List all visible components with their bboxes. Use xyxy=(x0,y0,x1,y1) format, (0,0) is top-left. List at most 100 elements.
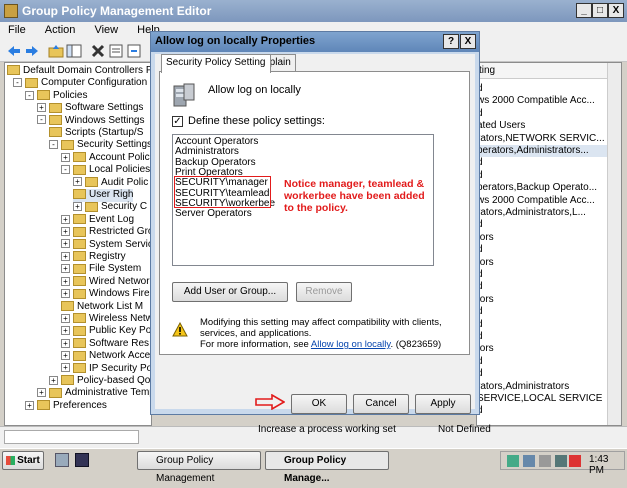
expand-icon[interactable]: + xyxy=(61,313,70,323)
expand-icon[interactable]: + xyxy=(25,400,34,410)
tab-security-policy-setting[interactable]: Security Policy Setting xyxy=(161,54,271,73)
tree-item[interactable]: + Wired Networ xyxy=(61,276,150,289)
policy-settings-pane[interactable]: ting dws 2000 Compatible Acc...dated Use… xyxy=(476,62,622,426)
expand-icon[interactable]: + xyxy=(73,202,82,212)
expand-icon[interactable]: + xyxy=(61,251,70,261)
policy-row-value[interactable]: d xyxy=(477,83,609,95)
define-policy-checkbox[interactable]: ✓ xyxy=(172,116,183,127)
minimize-button[interactable]: _ xyxy=(576,3,592,18)
policy-row-value[interactable]: d xyxy=(477,405,609,417)
menu-action[interactable]: Action xyxy=(37,22,84,36)
policy-row-value[interactable]: d xyxy=(477,244,609,256)
tree-item[interactable]: + Preferences xyxy=(25,400,107,413)
ok-button[interactable]: OK xyxy=(291,394,347,414)
add-user-or-group-button[interactable]: Add User or Group... xyxy=(172,282,288,302)
tree-item[interactable]: + Software Res xyxy=(61,338,149,351)
right-pane-scrollbar[interactable] xyxy=(607,63,621,425)
policy-row-value[interactable]: tors xyxy=(477,343,609,355)
policy-row-value[interactable]: d xyxy=(477,269,609,281)
powershell-quicklaunch-icon[interactable] xyxy=(75,453,89,467)
policy-row-value[interactable]: tors xyxy=(477,232,609,244)
policy-row-value[interactable]: perators,Backup Operato... xyxy=(477,182,609,194)
tree-item[interactable]: - Security Settings xyxy=(49,139,151,152)
tree-item[interactable]: + Policy-based QoS xyxy=(49,375,151,388)
back-arrow-icon[interactable] xyxy=(6,43,22,59)
expand-icon[interactable]: + xyxy=(61,351,70,361)
tree-item[interactable]: + Wireless Netw xyxy=(61,313,151,326)
tree-item[interactable]: Scripts (Startup/S xyxy=(49,127,143,140)
policy-row-value[interactable]: d xyxy=(477,331,609,343)
tree-item[interactable]: Network List M xyxy=(61,301,143,314)
policy-row-value[interactable]: tors xyxy=(477,294,609,306)
policy-row-value[interactable]: d xyxy=(477,306,609,318)
policy-row-value[interactable]: rators,NETWORK SERVIC... xyxy=(477,133,609,145)
tree-item[interactable]: + IP Security Po xyxy=(61,363,151,376)
expand-icon[interactable]: + xyxy=(37,103,46,113)
collapse-icon[interactable]: - xyxy=(37,115,46,125)
tray-icon[interactable] xyxy=(539,455,551,467)
menu-view[interactable]: View xyxy=(86,22,126,36)
policy-row-value[interactable]: ws 2000 Compatible Acc... xyxy=(477,95,609,107)
start-button[interactable]: Start xyxy=(2,451,44,470)
show-hide-tree-icon[interactable] xyxy=(66,43,82,59)
policy-row-value[interactable]: rators,Administrators xyxy=(477,381,609,393)
expand-icon[interactable]: + xyxy=(61,227,70,237)
tray-icon[interactable] xyxy=(507,455,519,467)
clock[interactable]: 1:43 PM xyxy=(589,454,624,476)
collapse-icon[interactable]: - xyxy=(49,140,58,150)
properties-icon[interactable] xyxy=(108,43,124,59)
tree-item[interactable]: + Account Polici xyxy=(61,152,151,165)
tray-icon[interactable] xyxy=(523,455,535,467)
tree-item[interactable]: + System Servic xyxy=(61,239,151,252)
expand-icon[interactable]: + xyxy=(73,177,82,187)
tree-item[interactable]: - Local Policies xyxy=(61,164,150,177)
collapse-icon[interactable]: - xyxy=(25,90,34,100)
tree-item[interactable]: - Windows Settings xyxy=(37,115,144,128)
tree-item[interactable]: - Computer Configuration xyxy=(13,77,147,90)
expand-icon[interactable]: + xyxy=(37,388,46,398)
expand-icon[interactable]: + xyxy=(61,264,70,274)
tree-item[interactable]: Default Domain Controllers Policy xyxy=(7,65,151,78)
console-tree[interactable]: Default Domain Controllers Policy-Comput… xyxy=(4,62,152,426)
tree-item[interactable]: + Security C xyxy=(73,201,147,214)
policy-row-value[interactable]: d xyxy=(477,219,609,231)
policy-row-value[interactable]: ated Users xyxy=(477,120,609,132)
policy-row-value[interactable]: d xyxy=(477,319,609,331)
policy-setting-column-header[interactable]: ting xyxy=(477,63,607,79)
policy-row-value[interactable]: perators,Administrators... xyxy=(477,145,609,157)
tree-item[interactable]: + Restricted Gro xyxy=(61,226,151,239)
tray-icon[interactable] xyxy=(569,455,581,467)
expand-icon[interactable]: + xyxy=(61,363,70,373)
expand-icon[interactable]: + xyxy=(49,375,58,385)
collapse-icon[interactable]: - xyxy=(61,165,70,175)
expand-icon[interactable]: + xyxy=(61,214,70,224)
tree-item[interactable]: + Network Acce xyxy=(61,350,150,363)
tree-item[interactable]: - Policies xyxy=(25,90,87,103)
remove-button[interactable]: Remove xyxy=(296,282,352,302)
tree-item[interactable]: + Windows Fire xyxy=(61,288,150,301)
tree-item[interactable]: User Righ xyxy=(73,189,134,202)
policy-row-value[interactable]: d xyxy=(477,170,609,182)
tree-item[interactable]: + Software Settings xyxy=(37,102,143,115)
dialog-close-button[interactable]: X xyxy=(460,34,476,49)
expand-icon[interactable]: + xyxy=(61,276,70,286)
tree-item[interactable]: + Public Key Pol xyxy=(61,325,151,338)
expand-icon[interactable]: + xyxy=(61,289,70,299)
tree-item[interactable]: + Event Log xyxy=(61,214,134,227)
expand-icon[interactable]: + xyxy=(61,338,70,348)
collapse-icon[interactable]: - xyxy=(13,78,22,88)
tray-icon[interactable] xyxy=(555,455,567,467)
policy-row-value[interactable]: d xyxy=(477,281,609,293)
policy-row-value[interactable]: d xyxy=(477,157,609,169)
tree-item[interactable]: + Audit Polic xyxy=(73,177,148,190)
export-list-icon[interactable] xyxy=(126,43,142,59)
policy-row-value[interactable]: tors xyxy=(477,257,609,269)
policy-row-value[interactable]: d xyxy=(477,356,609,368)
policy-row-value[interactable]: SERVICE,LOCAL SERVICE xyxy=(477,393,609,405)
dialog-help-button[interactable]: ? xyxy=(443,34,459,49)
cancel-button[interactable]: Cancel xyxy=(353,394,409,414)
expand-icon[interactable]: + xyxy=(61,152,70,162)
delete-icon[interactable] xyxy=(90,43,106,59)
forward-arrow-icon[interactable] xyxy=(24,43,40,59)
menu-file[interactable]: File xyxy=(0,22,34,36)
